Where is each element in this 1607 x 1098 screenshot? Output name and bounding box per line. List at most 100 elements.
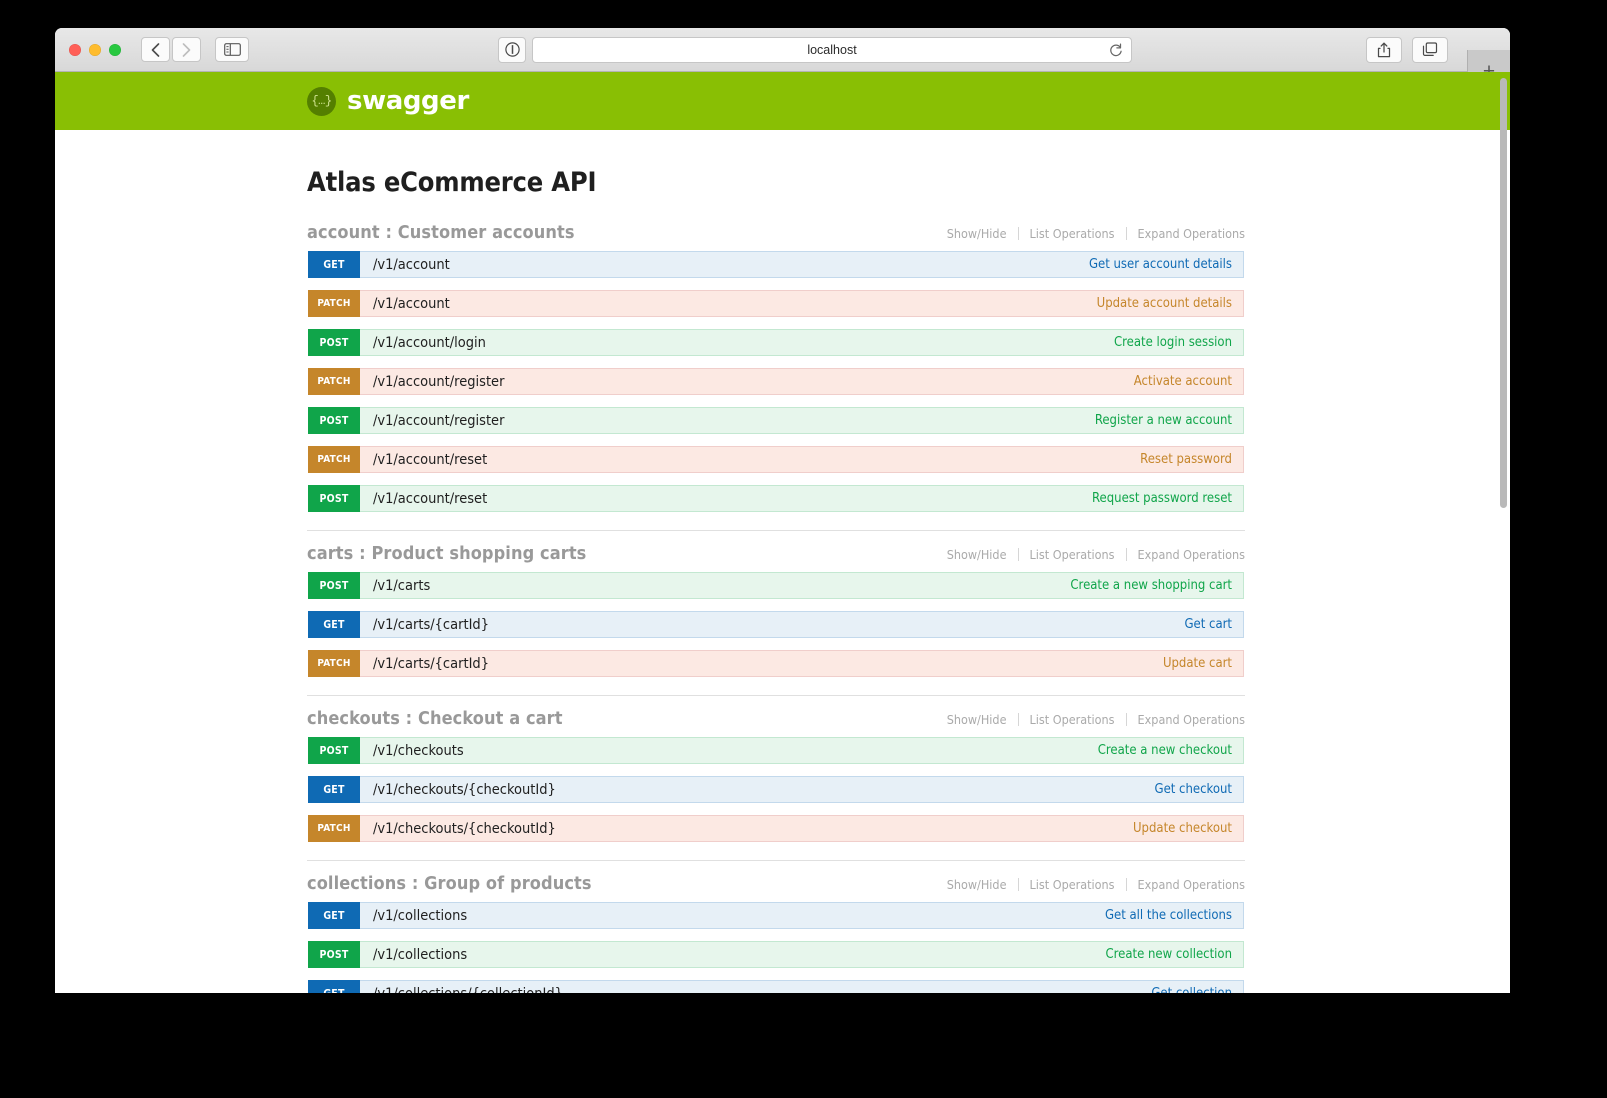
show-hide-link[interactable]: Show/Hide <box>936 712 1018 727</box>
minimize-window-button[interactable] <box>89 43 101 56</box>
resource-title: carts : Product shopping carts <box>307 543 587 564</box>
resource-options: Show/Hide List Operations Expand Operation… <box>936 712 1245 727</box>
reader-view-button[interactable] <box>498 36 526 63</box>
operation-path: /v1/account/reset <box>373 490 488 507</box>
operation-row[interactable]: POST/v1/collections Create new collection <box>307 940 1245 969</box>
method-badge: POST <box>308 737 360 764</box>
operation-row[interactable]: GET/v1/carts/{cartId} Get cart <box>307 610 1245 639</box>
resource-header: carts : Product shopping carts Show/Hide L… <box>307 530 1245 564</box>
list-operations-link[interactable]: List Operations <box>1019 877 1126 892</box>
operation-row[interactable]: PATCH/v1/account/register Activate accoun… <box>307 367 1245 396</box>
show-tabs-icon <box>1422 42 1438 56</box>
api-docs-content: Atlas eCommerce API account : Customer a… <box>55 167 1510 993</box>
operation-description: Create new collection <box>1105 947 1232 962</box>
operation-row[interactable]: PATCH/v1/account Update account details <box>307 289 1245 318</box>
operation-body[interactable]: /v1/checkouts Create a new checkout <box>360 737 1244 764</box>
operation-description: Update cart <box>1162 656 1232 671</box>
operation-body[interactable]: /v1/account Get user account details <box>360 251 1244 278</box>
method-badge: GET <box>308 902 360 929</box>
operation-path: /v1/account/register <box>373 412 505 429</box>
operation-body[interactable]: /v1/collections Get all the collections <box>360 902 1244 929</box>
operation-row[interactable]: GET/v1/account Get user account details <box>307 250 1245 279</box>
browser-window: localhost {…} swagger Atlas eCommerce AP… <box>55 28 1510 993</box>
operation-description: Activate account <box>1133 374 1232 389</box>
method-badge: POST <box>308 329 360 356</box>
operation-row[interactable]: PATCH/v1/carts/{cartId} Update cart <box>307 649 1245 678</box>
method-badge: PATCH <box>308 650 360 677</box>
operation-body[interactable]: /v1/collections/{collectionId} Get collec… <box>360 980 1244 993</box>
show-hide-link[interactable]: Show/Hide <box>936 547 1018 562</box>
operation-row[interactable]: PATCH/v1/checkouts/{checkoutId} Update ch… <box>307 814 1245 843</box>
operation-list: POST/v1/checkouts Create a new checkout GE… <box>307 736 1245 843</box>
operation-row[interactable]: POST/v1/account/reset Request password re… <box>307 484 1245 513</box>
method-badge: PATCH <box>308 368 360 395</box>
resource-group: account : Customer accounts Show/Hide List… <box>307 222 1245 513</box>
resource-title: checkouts : Checkout a cart <box>307 708 563 729</box>
toolbar-right-buttons <box>1366 36 1448 63</box>
operation-path: /v1/carts/{cartId} <box>373 616 489 633</box>
operation-description: Get cart <box>1184 617 1232 632</box>
address-bar[interactable]: localhost <box>532 36 1132 63</box>
operation-list: GET/v1/account Get user account details PA… <box>307 250 1245 513</box>
maximize-window-button[interactable] <box>109 43 121 56</box>
operation-body[interactable]: /v1/account/reset Reset password <box>360 446 1244 473</box>
resource-options: Show/Hide List Operations Expand Operation… <box>936 547 1245 562</box>
operation-body[interactable]: /v1/checkouts/{checkoutId} Get checkout <box>360 776 1244 803</box>
operation-path: /v1/checkouts <box>373 742 464 759</box>
toggle-sidebar-button[interactable] <box>215 37 249 62</box>
swagger-brand-header: {…} swagger <box>55 72 1510 130</box>
show-hide-link[interactable]: Show/Hide <box>936 226 1018 241</box>
operation-row[interactable]: GET/v1/collections Get all the collection… <box>307 901 1245 930</box>
operation-description: Request password reset <box>1092 491 1232 506</box>
method-badge: GET <box>308 611 360 638</box>
operation-description: Get checkout <box>1154 782 1233 797</box>
page-scrollbar-thumb[interactable] <box>1500 78 1507 508</box>
operation-row[interactable]: GET/v1/checkouts/{checkoutId} Get checkou… <box>307 775 1245 804</box>
expand-operations-link[interactable]: Expand Operations <box>1127 712 1245 727</box>
operation-description: Create a new shopping cart <box>1070 578 1232 593</box>
operation-row[interactable]: POST/v1/checkouts Create a new checkout <box>307 736 1245 765</box>
share-button[interactable] <box>1366 36 1402 63</box>
list-operations-link[interactable]: List Operations <box>1019 226 1126 241</box>
operation-body[interactable]: /v1/carts/{cartId} Get cart <box>360 611 1244 638</box>
operation-row[interactable]: PATCH/v1/account/reset Reset password <box>307 445 1245 474</box>
operation-body[interactable]: /v1/account Update account details <box>360 290 1244 317</box>
operation-body[interactable]: /v1/collections Create new collection <box>360 941 1244 968</box>
operation-row[interactable]: GET/v1/collections/{collectionId} Get col… <box>307 979 1245 993</box>
operation-body[interactable]: /v1/account/reset Request password reset <box>360 485 1244 512</box>
reload-button[interactable] <box>1109 42 1123 57</box>
operation-path: /v1/carts/{cartId} <box>373 655 489 672</box>
back-button[interactable] <box>141 37 170 62</box>
close-window-button[interactable] <box>69 43 81 56</box>
operation-description: Create a new checkout <box>1097 743 1232 758</box>
operation-path: /v1/collections <box>373 907 468 924</box>
operation-path: /v1/account <box>373 295 450 312</box>
operation-row[interactable]: POST/v1/account/login Create login sessio… <box>307 328 1245 357</box>
expand-operations-link[interactable]: Expand Operations <box>1127 877 1245 892</box>
browser-toolbar: localhost <box>55 28 1510 94</box>
resource-group: checkouts : Checkout a cart Show/Hide List… <box>307 695 1245 843</box>
show-all-tabs-button[interactable] <box>1412 36 1448 63</box>
operation-row[interactable]: POST/v1/carts Create a new shopping cart <box>307 571 1245 600</box>
page-scrollbar[interactable] <box>1496 72 1510 993</box>
page-title: Atlas eCommerce API <box>307 167 597 198</box>
expand-operations-link[interactable]: Expand Operations <box>1127 547 1245 562</box>
operation-body[interactable]: /v1/checkouts/{checkoutId} Update checkou… <box>360 815 1244 842</box>
show-hide-link[interactable]: Show/Hide <box>936 877 1018 892</box>
operation-body[interactable]: /v1/account/register Register a new accou… <box>360 407 1244 434</box>
operation-body[interactable]: /v1/carts Create a new shopping cart <box>360 572 1244 599</box>
forward-button[interactable] <box>172 37 201 62</box>
operation-body[interactable]: /v1/account/register Activate account <box>360 368 1244 395</box>
expand-operations-link[interactable]: Expand Operations <box>1127 226 1245 241</box>
method-badge: PATCH <box>308 446 360 473</box>
operation-path: /v1/account <box>373 256 450 273</box>
chevron-left-icon <box>151 42 160 57</box>
operation-body[interactable]: /v1/account/login Create login session <box>360 329 1244 356</box>
method-badge: PATCH <box>308 290 360 317</box>
operation-row[interactable]: POST/v1/account/register Register a new a… <box>307 406 1245 435</box>
resource-options: Show/Hide List Operations Expand Operation… <box>936 226 1245 241</box>
list-operations-link[interactable]: List Operations <box>1019 547 1126 562</box>
operation-body[interactable]: /v1/carts/{cartId} Update cart <box>360 650 1244 677</box>
operation-description: Update checkout <box>1132 821 1232 836</box>
list-operations-link[interactable]: List Operations <box>1019 712 1126 727</box>
